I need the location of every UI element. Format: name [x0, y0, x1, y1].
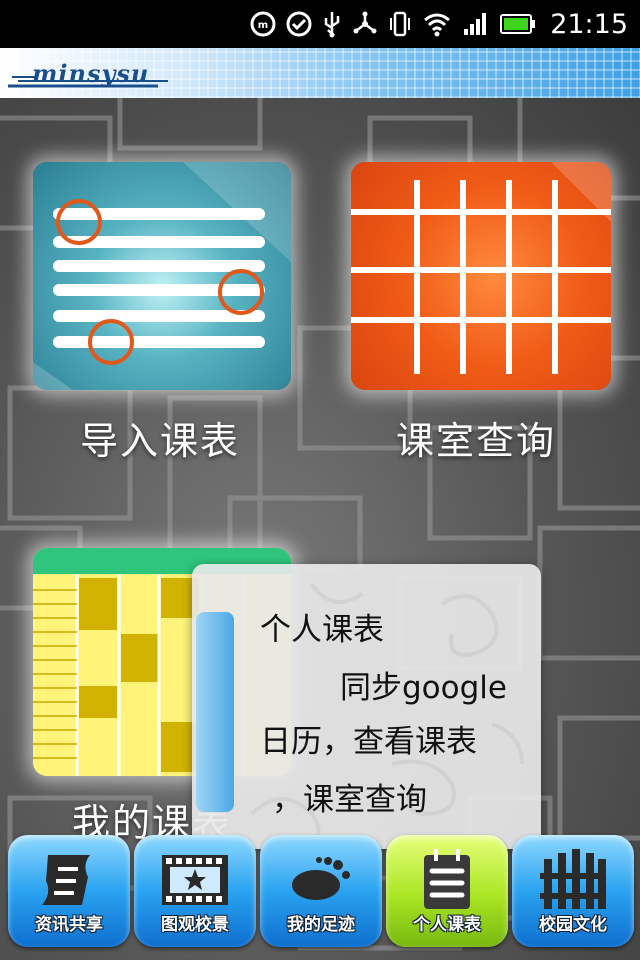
battery-icon	[500, 10, 536, 38]
svg-text:m: m	[258, 20, 268, 31]
mm-icon: m	[250, 10, 276, 38]
tooltip-line-3: 日历，查看课表	[260, 724, 477, 760]
logo-text: minsysu	[32, 59, 150, 88]
usb-tether-icon	[352, 10, 378, 38]
import-schedule-icon	[33, 162, 291, 390]
tab-campus-culture[interactable]: 校园文化	[512, 835, 634, 947]
tab-my-footprints[interactable]: 我的足迹	[260, 835, 382, 947]
check-circle-icon	[286, 10, 312, 38]
brand-logo: minsysu	[8, 56, 173, 88]
tab-label: 资讯共享	[35, 915, 103, 935]
tab-label: 图观校景	[161, 915, 229, 935]
tooltip-line-2: 同步google	[340, 670, 507, 706]
tab-news-share[interactable]: 资讯共享	[8, 835, 130, 947]
signal-icon	[462, 10, 490, 38]
vibrate-icon	[388, 10, 412, 38]
help-tooltip: 个人课表 同步google 日历，查看课表 ，课室查询	[192, 564, 541, 849]
import-schedule-label[interactable]: 导入课表	[80, 410, 240, 465]
fence-icon	[538, 845, 608, 915]
tab-label: 个人课表	[413, 915, 481, 935]
wifi-icon	[422, 10, 452, 38]
usb-icon	[322, 10, 342, 38]
app-header: minsysu	[0, 48, 640, 98]
notepad-icon	[412, 845, 482, 915]
tab-campus-views[interactable]: 图观校景	[134, 835, 256, 947]
tooltip-line-1: 个人课表	[260, 612, 384, 648]
tab-label: 校园文化	[539, 915, 607, 935]
classroom-query-label[interactable]: 课室查询	[396, 410, 556, 465]
tab-label: 我的足迹	[287, 915, 355, 935]
film-star-icon	[160, 845, 230, 915]
status-icons: m 21:15	[250, 8, 628, 40]
main-content: 导入课表 课室查询 我的课表 个人课表 同步google 日历，查看课表 ，课室…	[0, 98, 640, 960]
bottom-tab-bar: 资讯共享 图观校景 我的足迹 个人课表 校园文化	[0, 835, 640, 960]
classroom-query-tile[interactable]	[351, 162, 611, 390]
classroom-grid-icon	[351, 162, 611, 374]
status-time: 21:15	[550, 8, 628, 40]
import-schedule-tile[interactable]	[33, 162, 291, 390]
tooltip-line-4: ，课室查询	[272, 782, 427, 818]
footprint-icon	[286, 845, 356, 915]
status-bar: m 21:15	[0, 0, 640, 48]
scroll-icon	[34, 845, 104, 915]
tooltip-handle	[196, 612, 234, 812]
tab-personal-schedule[interactable]: 个人课表	[386, 835, 508, 947]
